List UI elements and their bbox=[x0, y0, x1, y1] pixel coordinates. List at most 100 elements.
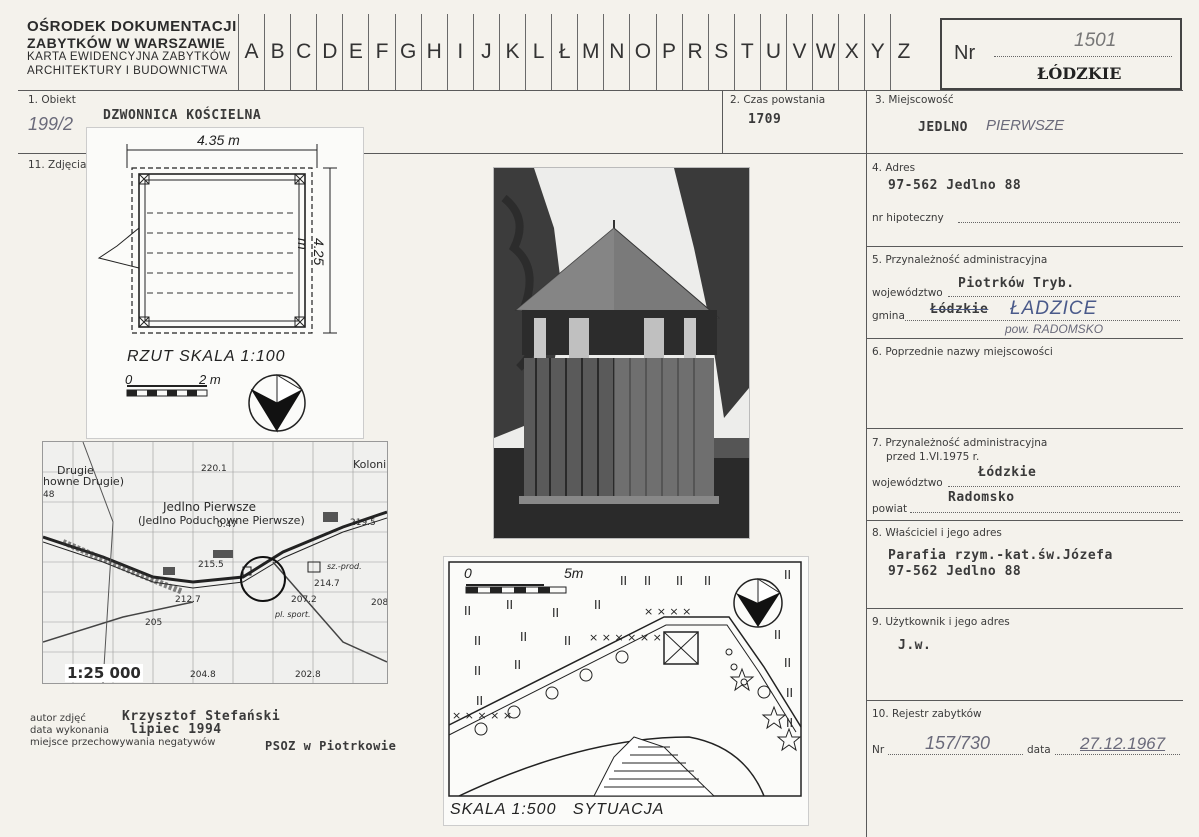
alphabet-letter: F bbox=[368, 14, 394, 90]
svg-text:II: II bbox=[784, 568, 791, 582]
svg-text:II: II bbox=[704, 574, 711, 588]
svg-text:II: II bbox=[620, 574, 627, 588]
alphabet-letter: J bbox=[472, 14, 499, 90]
alphabet-letter: D bbox=[316, 14, 342, 90]
wojewodztwo-przed-label: województwo bbox=[872, 477, 943, 489]
map-label-205: 205 bbox=[145, 618, 163, 628]
alphabet-letter: R bbox=[681, 14, 708, 90]
svg-text:II: II bbox=[474, 664, 481, 678]
gmina-struck: Łódzkie bbox=[930, 302, 989, 317]
svg-text:II: II bbox=[552, 606, 559, 620]
alphabet-letter: P bbox=[655, 14, 682, 90]
plan-scale-right: 2 m bbox=[199, 372, 221, 387]
svg-text:II: II bbox=[474, 634, 481, 648]
situation-plan-drawing: II II II II II II II II II II II II II II II II II I… bbox=[443, 556, 809, 826]
data-wykonania-label: data wykonania bbox=[30, 725, 110, 736]
alphabet-letter: Y bbox=[864, 14, 890, 90]
svg-text:II: II bbox=[644, 574, 651, 588]
wlasciciel-line-2: 97-562 Jedlno 88 bbox=[888, 564, 1022, 579]
wlasciciel-label: 8. Właściciel i jego adres bbox=[872, 527, 1002, 539]
svg-text:× × × ×: × × × × bbox=[644, 605, 691, 618]
situation-title: SKALA 1:500 SYTUACJA bbox=[450, 801, 665, 818]
floor-plan-drawing: 4.35 m 4.25 m RZUT SKALA 1:100 0 2 m bbox=[86, 127, 364, 439]
alphabet-letter: O bbox=[629, 14, 655, 90]
org-line-1: OŚRODEK DOKUMENTACJI bbox=[27, 18, 237, 35]
przynaleznosc-przed-label-2: przed 1.VI.1975 r. bbox=[886, 451, 980, 463]
obiekt-note: 199/2 bbox=[28, 114, 74, 134]
alphabet-letter: S bbox=[707, 14, 734, 90]
wojewodztwo-przed-value: Łódzkie bbox=[978, 465, 1037, 480]
powiat-value: Radomsko bbox=[948, 490, 1015, 505]
map-label-212: 212.7 bbox=[175, 595, 201, 605]
svg-text:II: II bbox=[464, 604, 471, 618]
rejestr-data-value: 27.12.1967 bbox=[1080, 734, 1166, 753]
alphabet-letter: Ł bbox=[551, 14, 577, 90]
floor-plan-svg bbox=[97, 144, 337, 433]
map-label-220: 220.1 bbox=[201, 464, 227, 474]
alphabet-letter: A bbox=[238, 14, 264, 90]
svg-text:× × × × × ×: × × × × × × bbox=[589, 631, 662, 644]
voivodeship-stamp: ŁÓDZKIE bbox=[1037, 64, 1122, 83]
situation-scale-left: 0 bbox=[464, 565, 472, 581]
rejestr-label: 10. Rejestr zabytków bbox=[872, 708, 982, 720]
svg-text:II: II bbox=[506, 598, 513, 612]
rejestr-data-label: data bbox=[1027, 744, 1051, 756]
wlasciciel-line-1: Parafia rzym.-kat.św.Józefa bbox=[888, 548, 1113, 563]
svg-text:II: II bbox=[514, 658, 521, 672]
alphabet-letter: H bbox=[420, 14, 447, 90]
adres-label: 4. Adres bbox=[872, 162, 916, 174]
map-label-drugie-2: howne Drugie) bbox=[43, 475, 124, 488]
alphabet-letter: K bbox=[498, 14, 525, 90]
nr-value: 1501 bbox=[1074, 30, 1117, 51]
alphabet-letter: V bbox=[785, 14, 812, 90]
svg-text:II: II bbox=[520, 630, 527, 644]
plan-width-label: 4.35 m bbox=[197, 132, 240, 148]
plan-scale-left: 0 bbox=[125, 372, 133, 387]
map-label-koloni: Koloni bbox=[353, 458, 387, 471]
alphabet-letter: T bbox=[733, 14, 760, 90]
map-label-219: 219.5 bbox=[350, 518, 376, 528]
miejsce-value: PSOZ w Piotrkowie bbox=[265, 739, 397, 753]
miejscowosc-label: 3. Miejscowość bbox=[875, 94, 954, 106]
number-box: Nr 1501 ŁÓDZKIE bbox=[940, 18, 1182, 90]
svg-text:II: II bbox=[786, 686, 793, 700]
obiekt-value: DZWONNICA KOŚCIELNA bbox=[103, 108, 262, 123]
miejscowosc-value: JEDLNO bbox=[918, 120, 968, 135]
plan-title: RZUT SKALA 1:100 bbox=[127, 348, 286, 365]
alphabet-letter: L bbox=[525, 14, 551, 90]
alphabet-letter: G bbox=[394, 14, 421, 90]
svg-text:II: II bbox=[564, 634, 571, 648]
hipoteczny-label: nr hipoteczny bbox=[872, 212, 944, 224]
alphabet-letter: C bbox=[290, 14, 316, 90]
svg-text:II: II bbox=[594, 598, 601, 612]
map-label-48: 48 bbox=[43, 490, 55, 500]
location-map: Drugie howne Drugie) Jedlno Pierwsze (Je… bbox=[42, 441, 388, 684]
autor-label: autor zdjęć bbox=[30, 713, 86, 724]
alphabet-letter: X bbox=[838, 14, 864, 90]
org-line-3: KARTA EWIDENCYJNA ZABYTKÓW bbox=[27, 51, 231, 64]
alphabet-letter: N bbox=[603, 14, 629, 90]
org-line-4: ARCHITEKTURY I BUDOWNICTWA bbox=[27, 64, 228, 77]
czas-value: 1709 bbox=[748, 112, 782, 127]
situation-plan-svg: II IIII IIII II II II II II II II II IIII IIIII… bbox=[448, 561, 802, 797]
miejsce-label: miejsce przechowywania negatywów bbox=[30, 737, 216, 748]
map-label-jedlno: Jedlno Pierwsze bbox=[163, 500, 257, 514]
svg-text:II: II bbox=[774, 628, 781, 642]
map-label-208: 208 bbox=[371, 598, 388, 608]
belfry-photograph bbox=[493, 167, 750, 539]
alphabet-letter: M bbox=[577, 14, 603, 90]
belfry-photo-svg bbox=[494, 168, 749, 538]
data-wykonania-value: lipiec 1994 bbox=[130, 722, 222, 737]
svg-text:II: II bbox=[676, 574, 683, 588]
gmina-hand-2: pow. RADOMSKO bbox=[1005, 322, 1104, 336]
gmina-hand: ŁADZICE bbox=[1010, 298, 1098, 319]
map-label-204: 204.8 bbox=[190, 670, 216, 680]
poprzednie-label: 6. Poprzednie nazwy miejscowości bbox=[872, 346, 1053, 358]
map-label-215: 215.5 bbox=[198, 560, 224, 570]
svg-text:II: II bbox=[476, 694, 483, 708]
czas-label: 2. Czas powstania bbox=[730, 94, 826, 106]
map-scale: 1:25 000 bbox=[65, 664, 143, 682]
uzytkownik-value: J.w. bbox=[898, 638, 932, 653]
map-label-214: 214.7 bbox=[314, 579, 340, 589]
org-line-2: ZABYTKÓW W WARSZAWIE bbox=[27, 35, 226, 52]
